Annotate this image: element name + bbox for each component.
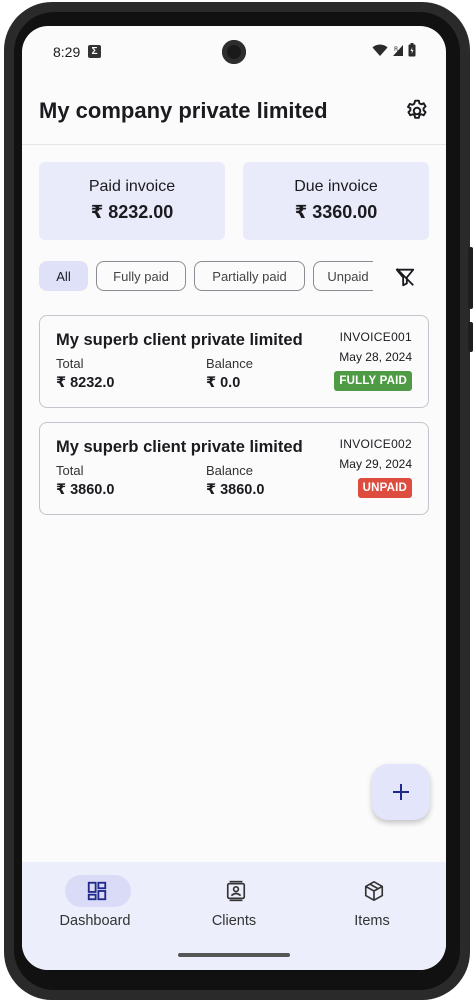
plus-icon [393,784,409,800]
invoice-number: INVOICE001 [339,330,412,344]
package-icon [364,881,384,901]
balance-label: Balance [206,463,253,478]
invoice-card[interactable]: My superb client private limited Total ₹… [39,422,429,515]
balance-amount: ₹ 0.0 [206,375,241,391]
invoice-number: INVOICE002 [339,437,412,451]
invoice-card[interactable]: My superb client private limited Total ₹… [39,315,429,408]
paid-invoice-label: Paid invoice [88,178,176,195]
due-invoice-label: Due invoice [294,178,378,195]
filter-chips: All Fully paid Partially paid Unpaid [39,261,373,295]
nav-label-dashboard: Dashboard [59,913,131,929]
notification-icon: Σ [88,45,101,58]
power-button [468,322,473,352]
settings-button[interactable] [404,98,430,124]
paid-invoice-amount: ₹ 8232.00 [90,202,174,222]
volume-button [468,247,473,309]
screen: 8:29 Σ R My company private limited Paid… [22,26,446,970]
signal-icon: R [393,44,403,56]
filter-off-icon [395,268,415,287]
status-icons: R [372,43,416,57]
due-invoice-amount: ₹ 3360.00 [294,202,378,222]
total-label: Total [56,356,84,371]
status-time: 8:29 [53,44,81,60]
chip-partially-paid[interactable]: Partially paid [194,261,305,291]
total-amount: ₹ 3860.0 [56,482,115,498]
front-camera [222,40,246,64]
contacts-icon [226,880,246,902]
gear-icon [407,99,427,119]
dashboard-icon [87,881,107,901]
app-bar: My company private limited [22,86,446,145]
nav-label-items: Items [354,913,390,929]
total-amount: ₹ 8232.0 [56,375,115,391]
bottom-navigation: Dashboard Clients Items [22,862,446,970]
chip-all[interactable]: All [39,261,88,291]
nav-label-clients: Clients [211,913,257,929]
clear-filter-button[interactable] [394,266,416,288]
balance-label: Balance [206,356,253,371]
nav-item-items[interactable]: Items [302,862,442,942]
invoice-date: May 28, 2024 [339,350,412,364]
status-badge: UNPAID [357,478,412,498]
svg-text:R: R [394,46,398,53]
chip-unpaid[interactable]: Unpaid [313,261,373,291]
invoice-date: May 29, 2024 [339,457,412,471]
status-badge: FULLY PAID [334,371,412,391]
paid-invoice-card: Paid invoice ₹ 8232.00 [39,162,225,240]
invoice-client: My superb client private limited [56,331,303,349]
chip-fully-paid[interactable]: Fully paid [96,261,186,291]
battery-icon [408,43,416,57]
gesture-bar [178,953,290,957]
invoice-client: My superb client private limited [56,438,303,456]
nav-item-dashboard[interactable]: Dashboard [25,862,165,942]
add-invoice-button[interactable] [372,764,430,820]
total-label: Total [56,463,84,478]
wifi-icon [372,44,388,56]
nav-item-clients[interactable]: Clients [164,862,304,942]
due-invoice-card: Due invoice ₹ 3360.00 [243,162,429,240]
status-bar: 8:29 Σ R [22,26,446,78]
balance-amount: ₹ 3860.0 [206,482,265,498]
page-title: My company private limited [39,98,328,123]
